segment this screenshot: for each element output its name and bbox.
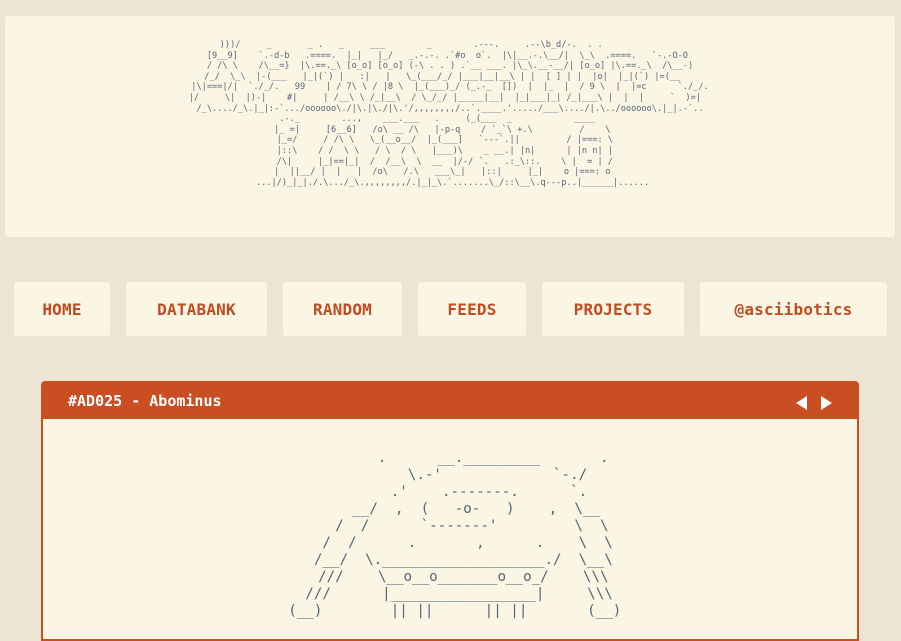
nav-home-button[interactable]: HOME [14,282,110,336]
next-arrow-icon[interactable] [821,396,832,410]
logo-ascii-art: )))/ _ _ . _ ___ _ .---. .--\b_d/-. . . … [5,40,895,188]
nav-random-button[interactable]: RANDOM [283,282,402,336]
previous-arrow-icon[interactable] [796,396,807,410]
panel-header: #AD025 - Abominus [43,383,857,419]
logo-banner: )))/ _ _ . _ ___ _ .---. .--\b_d/-. . . … [5,16,895,237]
nav-feeds-button[interactable]: FEEDS [418,282,526,336]
panel-title: #AD025 - Abominus [68,392,222,410]
logo-line-2: .-._ ..., ___.___ . (_(___ _ ____ |_ =| … [255,114,650,188]
main-nav: HOME DATABANK RANDOM FEEDS PROJECTS @asc… [0,282,901,336]
nav-databank-button[interactable]: DATABANK [126,282,267,336]
logo-line-1: )))/ _ _ . _ ___ _ .---. .--\b_d/-. . . … [188,40,709,114]
nav-twitter-button[interactable]: @asciibotics [700,282,887,336]
nav-projects-button[interactable]: PROJECTS [542,282,684,336]
bot-ascii-art: . __._________ . \.-' `-./ .' .-------. … [288,450,622,619]
